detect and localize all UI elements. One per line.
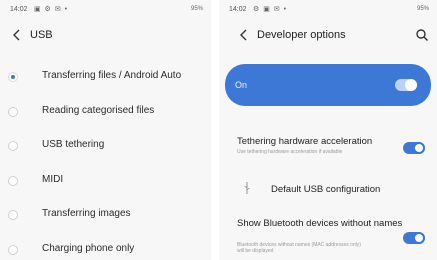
search-icon[interactable] [415,28,429,42]
developer-options-screen: 14:02 ⚙ ▣ ✉ • 95% Developer options On T… [219,0,437,260]
radio-icon[interactable] [8,141,18,151]
option-label: MIDI [42,174,64,185]
status-time: 14:02 [10,6,28,13]
status-bar: 14:02 ▣ ⚙ ✉ • 95% [10,4,203,16]
back-arrow-icon[interactable] [237,28,251,42]
usb-option-charging-only[interactable]: Charging phone only [0,235,211,260]
radio-icon[interactable] [8,210,18,220]
usb-option-transferring-files[interactable]: Transferring files / Android Auto [0,62,211,92]
usb-option-transferring-images[interactable]: Transferring images [0,200,211,230]
page-title: Developer options [257,29,346,41]
setting-tethering-hw-acceleration[interactable]: Tethering hardware acceleration Use teth… [219,130,437,170]
radio-icon[interactable] [8,245,18,255]
usb-option-midi[interactable]: MIDI [0,166,211,196]
radio-icon[interactable] [8,107,18,117]
radio-icon[interactable] [8,72,18,82]
toggle-icon[interactable] [395,79,417,91]
setting-title: Show Bluetooth devices without names [237,218,403,229]
usb-option-usb-tethering[interactable]: USB tethering [0,131,211,161]
setting-title: Tethering hardware acceleration [237,136,373,147]
usb-icon [244,182,250,194]
status-bar: 14:02 ⚙ ▣ ✉ • 95% [229,4,429,16]
status-time: 14:02 [229,6,247,13]
setting-subtitle: Use tethering hardware acceleration if a… [237,149,343,155]
page-title: USB [30,29,53,41]
toggle-icon[interactable] [403,232,425,244]
battery-indicator: 95% [190,6,203,12]
option-label: Reading categorised files [42,105,155,116]
setting-title: Default USB configuration [271,184,381,195]
setting-show-bluetooth-without-names[interactable]: Show Bluetooth devices without names Blu… [219,214,437,258]
master-switch-label: On [235,80,248,90]
radio-icon[interactable] [8,176,18,186]
developer-options-master-switch[interactable]: On [225,64,431,106]
usb-option-reading-categorised-files[interactable]: Reading categorised files [0,97,211,127]
back-arrow-icon[interactable] [10,28,24,42]
notification-icons: ▣ ⚙ ✉ • [34,6,69,13]
setting-default-usb-configuration[interactable]: Default USB configuration [219,178,437,200]
usb-screen: 14:02 ▣ ⚙ ✉ • 95% USB Transferring files… [0,0,211,260]
notification-icons: ⚙ ▣ ✉ • [253,6,288,13]
option-label: Charging phone only [42,243,135,254]
toggle-icon[interactable] [403,142,425,154]
setting-subtitle: Bluetooth devices without names (MAC add… [237,242,361,254]
app-bar: Developer options [219,26,437,46]
app-bar: USB [0,26,211,46]
panel-divider [211,0,219,260]
battery-indicator: 95% [416,6,429,12]
option-label: Transferring files / Android Auto [42,70,182,81]
option-label: Transferring images [42,208,131,219]
option-label: USB tethering [42,139,105,150]
